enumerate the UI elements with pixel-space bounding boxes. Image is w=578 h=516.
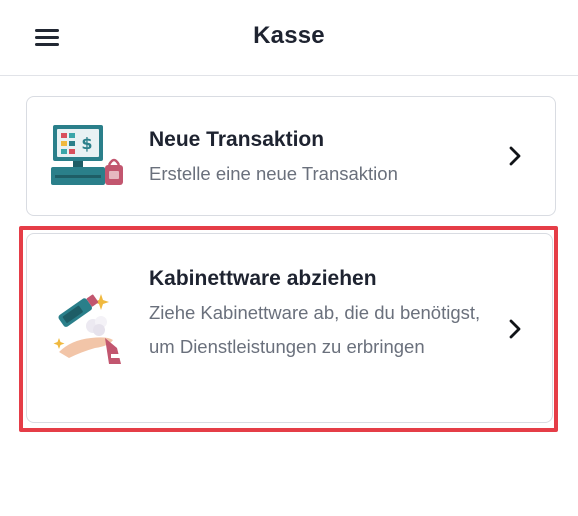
deduct-cabinet-goods-card[interactable]: Kabinettware abziehen Ziehe Kabinettware… <box>26 233 553 423</box>
cash-register-icon: $ <box>51 125 125 189</box>
card-description: Erstelle eine neue Transaktion <box>149 163 398 184</box>
new-transaction-card[interactable]: $ Neue Transaktion Erstelle eine neue Tr… <box>26 96 556 216</box>
page-title: Kasse <box>253 22 325 49</box>
chevron-right-icon <box>504 145 526 167</box>
card-description: Ziehe Kabinettware ab, die du benötigst,… <box>149 302 481 357</box>
chevron-right-icon <box>504 318 526 340</box>
card-title: Neue Transaktion <box>149 128 325 151</box>
card-title: Kabinettware abziehen <box>149 267 377 290</box>
app-header: Kasse <box>0 0 578 76</box>
product-in-hand-icon <box>51 292 123 364</box>
svg-text:$: $ <box>81 134 92 153</box>
